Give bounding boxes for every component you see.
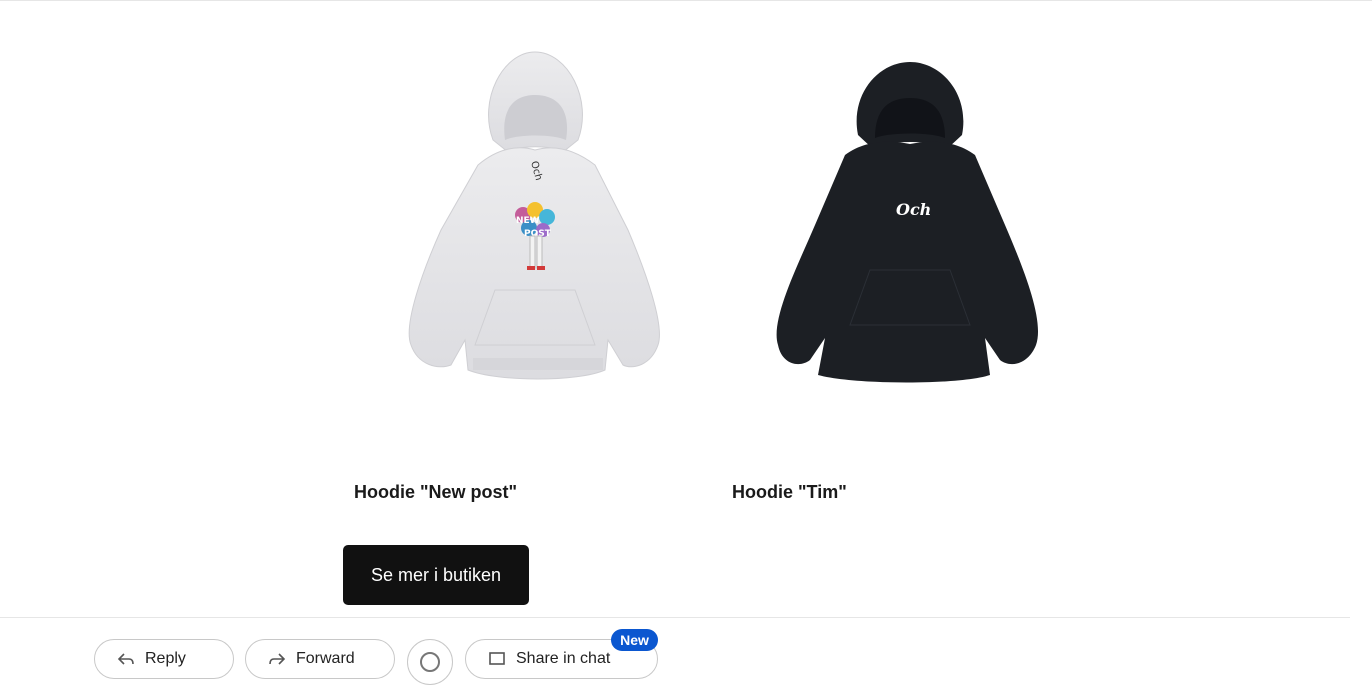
forward-button[interactable]: Forward [245, 639, 395, 679]
forward-icon [268, 650, 286, 668]
emoji-button[interactable] [407, 639, 453, 685]
forward-label: Forward [296, 650, 355, 667]
grey-hoodie-image: Och NEW POST [408, 51, 660, 380]
reply-button[interactable]: Reply [94, 639, 234, 679]
new-badge: New [611, 629, 658, 651]
chat-icon [488, 650, 506, 668]
black-hoodie-image: Och [776, 62, 1039, 383]
reply-icon [117, 650, 135, 668]
reply-label: Reply [145, 650, 186, 667]
product-image-tim[interactable]: Och [760, 40, 1060, 440]
emoji-icon [420, 652, 440, 672]
product-title-new-post[interactable]: Hoodie "New post" [354, 482, 517, 503]
shop-more-button[interactable]: Se mer i butiken [343, 545, 529, 605]
product-title-tim[interactable]: Hoodie "Tim" [732, 482, 847, 503]
share-in-chat-label: Share in chat [516, 650, 611, 667]
svg-text:NEW: NEW [516, 216, 540, 226]
product-image-new-post[interactable]: Och NEW POST [383, 40, 683, 440]
top-divider [0, 0, 1372, 1]
bottom-divider [0, 617, 1350, 618]
svg-text:Och: Och [896, 200, 931, 219]
